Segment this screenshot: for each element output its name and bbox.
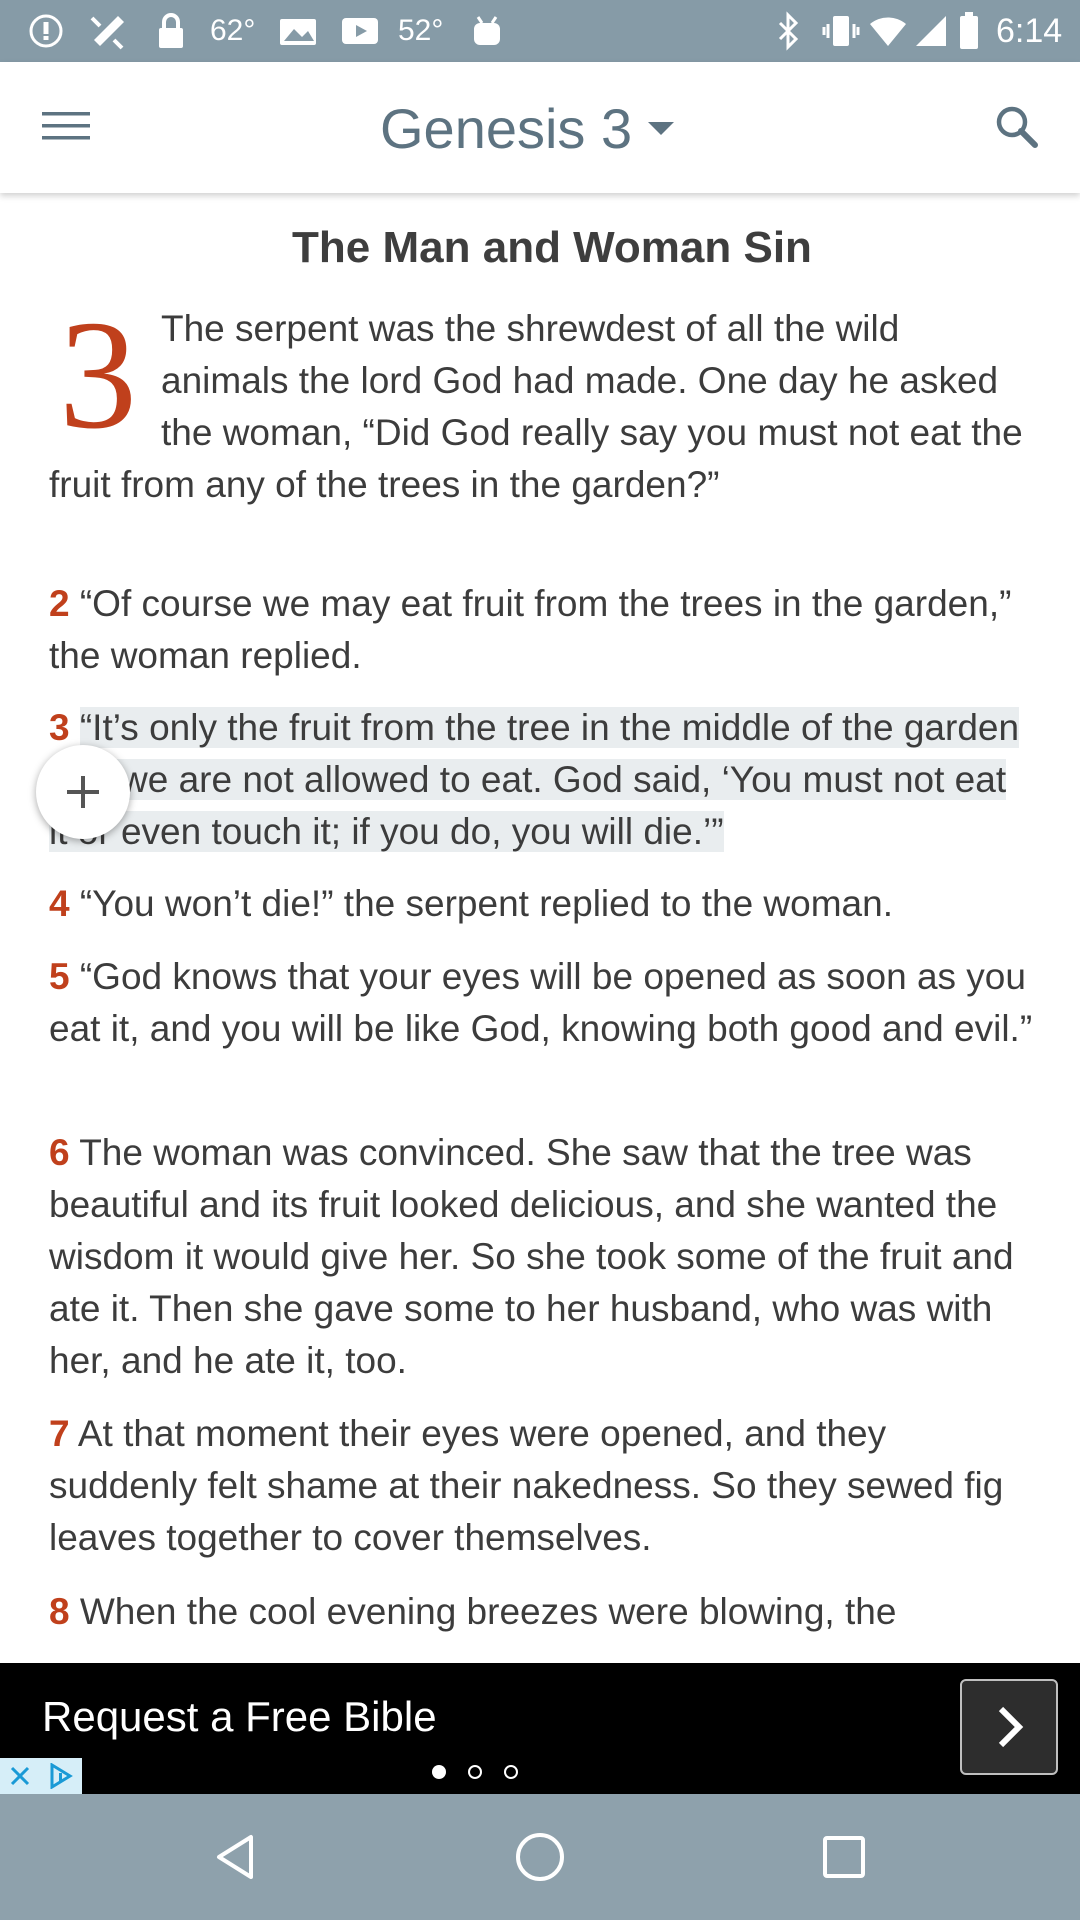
temp2-text: 52° bbox=[398, 14, 444, 47]
verse-6[interactable]: 6 The woman was convinced. She saw that … bbox=[49, 1127, 1034, 1387]
add-button[interactable] bbox=[36, 745, 130, 839]
bluetooth-icon bbox=[776, 0, 802, 62]
verse-number: 5 bbox=[49, 956, 70, 997]
alert-icon bbox=[28, 0, 64, 62]
verse-number: 2 bbox=[49, 583, 70, 624]
ad-banner[interactable]: Request a Free Bible bbox=[0, 1663, 1080, 1794]
back-button[interactable] bbox=[197, 1819, 277, 1895]
pagination-dot bbox=[504, 1765, 518, 1779]
search-button[interactable] bbox=[980, 84, 1052, 168]
navigation-bar bbox=[0, 1794, 1080, 1920]
home-icon bbox=[516, 1833, 564, 1881]
chapter-drop-cap: 3 bbox=[59, 288, 137, 461]
verse-text: At that moment their eyes were opened, a… bbox=[49, 1413, 1004, 1558]
temp1-text: 62° bbox=[210, 14, 256, 47]
battery-icon bbox=[958, 0, 980, 62]
verse-2[interactable]: 2 “Of course we may eat fruit from the t… bbox=[49, 578, 1034, 682]
signal-icon bbox=[914, 0, 948, 62]
hamburger-menu-icon bbox=[42, 112, 90, 140]
verse-text: “God knows that your eyes will be opened… bbox=[49, 956, 1033, 1049]
image-icon bbox=[278, 0, 318, 62]
adchoices-icon bbox=[50, 1763, 73, 1789]
search-icon bbox=[996, 106, 1038, 148]
recents-icon bbox=[823, 1836, 865, 1878]
verse-text: “You won’t die!” the serpent replied to … bbox=[79, 883, 893, 924]
verse-number: 4 bbox=[49, 883, 70, 924]
chapter-content[interactable]: The Man and Woman Sin 3 The serpent was t… bbox=[0, 193, 1080, 1663]
wifi-icon bbox=[868, 0, 908, 62]
verse-text-highlighted: “It’s only the fruit from the tree in th… bbox=[49, 707, 1020, 852]
verse-number: 3 bbox=[49, 707, 70, 748]
ad-text: Request a Free Bible bbox=[42, 1693, 437, 1740]
verse-3[interactable]: 3 “It’s only the fruit from the tree in … bbox=[49, 702, 1034, 858]
status-bar: 62° 52° 6:14 bbox=[0, 0, 1080, 62]
verse-5[interactable]: 5 “God knows that your eyes will be open… bbox=[49, 951, 1034, 1055]
verse-text: “Of course we may eat fruit from the tre… bbox=[49, 583, 1012, 676]
verse-number: 7 bbox=[49, 1413, 70, 1454]
clock-text: 6:14 bbox=[996, 11, 1063, 50]
vibrate-icon bbox=[822, 0, 860, 62]
recents-button[interactable] bbox=[804, 1819, 884, 1895]
home-button[interactable] bbox=[500, 1819, 580, 1895]
section-heading: The Man and Woman Sin bbox=[292, 223, 812, 272]
close-icon bbox=[10, 1766, 30, 1786]
lock-icon bbox=[156, 0, 186, 62]
verse-text: The woman was convinced. She saw that th… bbox=[49, 1132, 1014, 1381]
verse-8[interactable]: 8 When the cool evening breezes were blo… bbox=[49, 1586, 1034, 1638]
back-icon bbox=[217, 1835, 253, 1879]
verse-text: When the cool evening breezes were blowi… bbox=[79, 1591, 897, 1632]
youtube-icon bbox=[340, 0, 380, 62]
ad-pagination bbox=[432, 1765, 518, 1779]
verse-7[interactable]: 7 At that moment their eyes were opened,… bbox=[49, 1408, 1034, 1564]
ad-next-button[interactable] bbox=[960, 1679, 1058, 1775]
verse-number: 8 bbox=[49, 1591, 70, 1632]
app-bar: Genesis 3 bbox=[0, 62, 1080, 193]
pagination-dot-active bbox=[432, 1765, 446, 1779]
chapter-selector[interactable]: Genesis 3 bbox=[380, 84, 678, 172]
ad-close-button[interactable] bbox=[0, 1758, 40, 1794]
caret-down-icon bbox=[648, 122, 675, 135]
chevron-right-icon bbox=[998, 1706, 1024, 1748]
verse-1[interactable]: 3 The serpent was the shrewdest of all th… bbox=[49, 288, 1034, 511]
menu-button[interactable] bbox=[24, 82, 108, 170]
verse-4[interactable]: 4 “You won’t die!” the serpent replied t… bbox=[49, 878, 1034, 930]
verse-text: The serpent was the shrewdest of all the… bbox=[49, 308, 1023, 505]
verse-number: 6 bbox=[49, 1132, 70, 1173]
android-icon bbox=[470, 0, 504, 62]
plus-icon bbox=[67, 776, 99, 808]
satellite-icon bbox=[88, 0, 130, 62]
adchoices-button[interactable] bbox=[40, 1758, 82, 1794]
pagination-dot bbox=[468, 1765, 482, 1779]
page-title: Genesis 3 bbox=[380, 96, 633, 160]
